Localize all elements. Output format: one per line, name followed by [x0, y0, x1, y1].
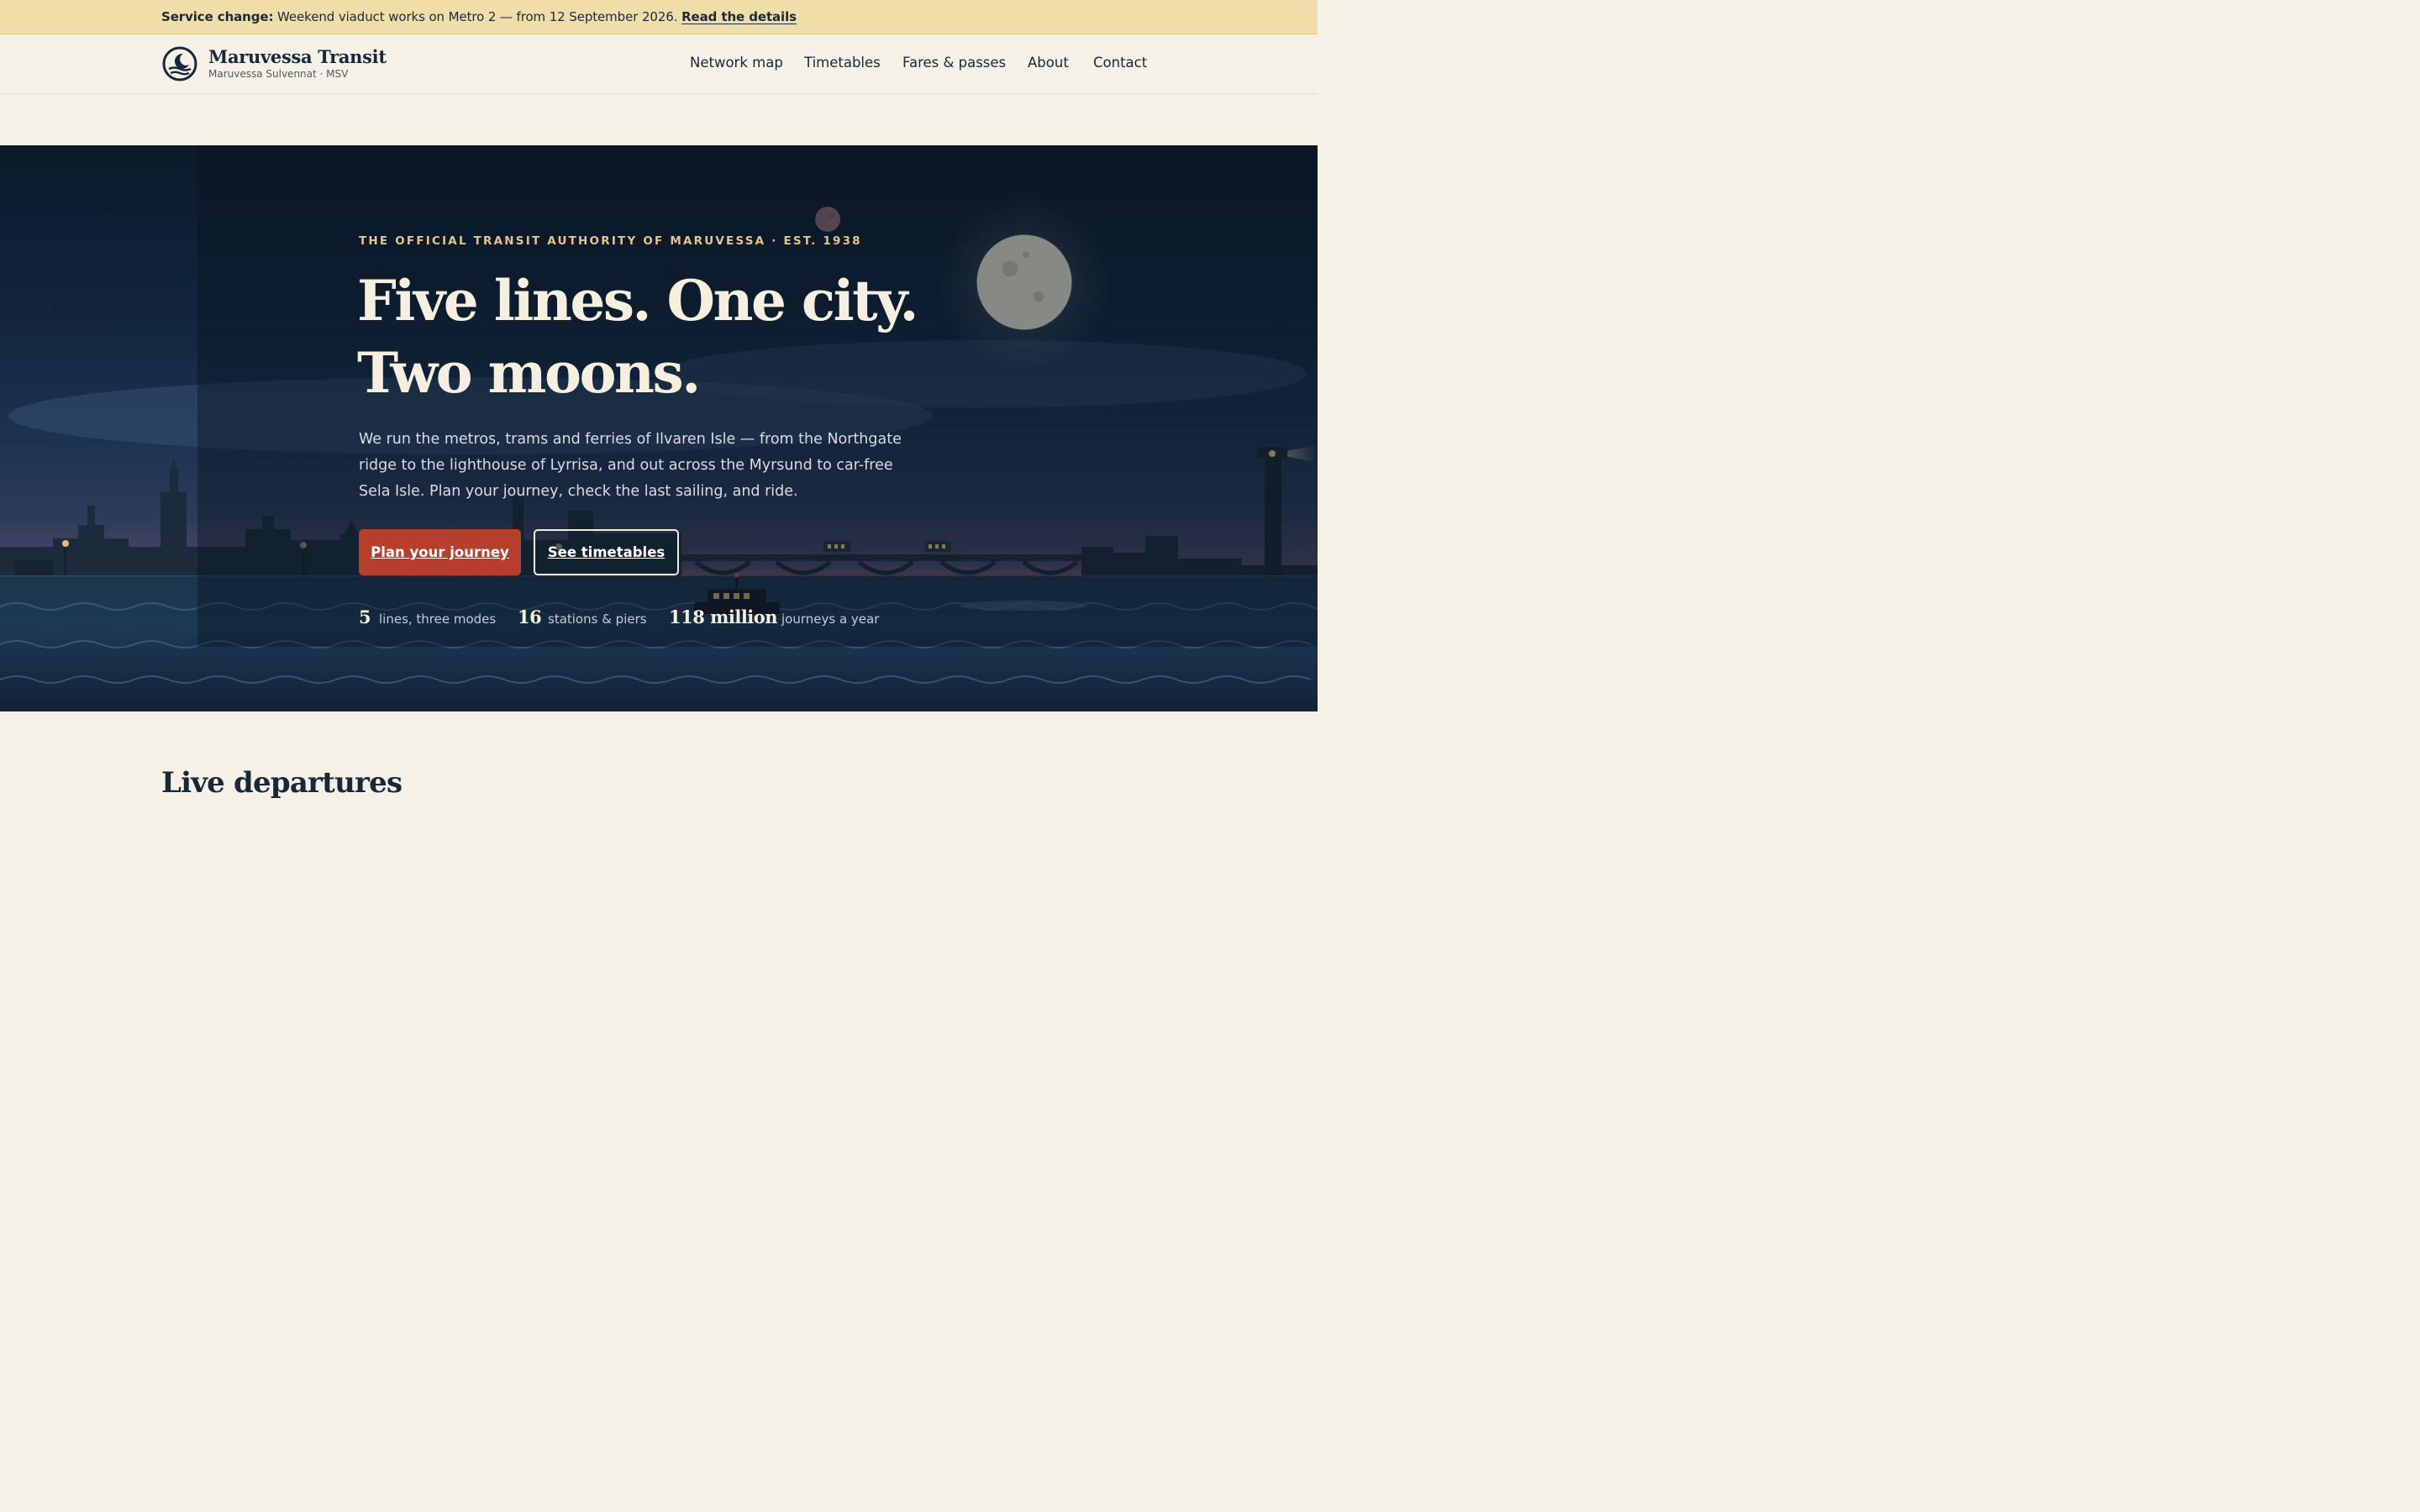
stat-stations-value: 16 [518, 606, 542, 627]
live-departures-heading: Live departures [161, 766, 402, 800]
stat-stations-label: stations & piers [548, 612, 647, 627]
nav-fares-passes[interactable]: Fares & passes [902, 55, 1006, 73]
stat-lines-value: 5 [359, 606, 371, 627]
see-timetables-button[interactable]: See timetables [534, 529, 679, 575]
site-header: Maruvessa Transit Maruvessa Sulvennat · … [0, 34, 1318, 94]
nav-timetables[interactable]: Timetables [804, 55, 881, 73]
brand-name[interactable]: Maruvessa Transit [208, 46, 387, 67]
hero: THE OFFICIAL TRANSIT AUTHORITY OF MARUVE… [0, 145, 1318, 711]
stat-journeys-value: 118 million [669, 606, 778, 627]
headline-line-2: Two moons. [357, 340, 701, 406]
nav-contact[interactable]: Contact [1093, 55, 1147, 73]
banner-details-link[interactable]: Read the details [681, 9, 797, 24]
hero-eyebrow: THE OFFICIAL TRANSIT AUTHORITY OF MARUVE… [359, 234, 862, 248]
nav-network-map[interactable]: Network map [690, 55, 783, 73]
banner-prefix: Service change: [161, 9, 274, 24]
banner-text: Service change: Weekend viaduct works on… [161, 9, 797, 25]
brand-subtitle: Maruvessa Sulvennat · MSV [208, 68, 349, 80]
plan-journey-button[interactable]: Plan your journey [359, 529, 521, 575]
banner-message: Weekend viaduct works on Metro 2 — from … [277, 9, 678, 24]
hero-intro: We run the metros, trams and ferries of … [359, 431, 902, 500]
hero-headline: Five lines. One city. Two moons. [357, 265, 918, 409]
stat-journeys-label: journeys a year [781, 612, 880, 627]
nav-about[interactable]: About [1028, 55, 1069, 73]
logo-icon[interactable] [162, 46, 197, 81]
service-change-banner: Service change: Weekend viaduct works on… [0, 0, 1318, 34]
stat-lines-label: lines, three modes [379, 612, 497, 627]
street-lamp-icon [62, 540, 69, 547]
headline-line-1: Five lines. One city. [357, 268, 918, 333]
